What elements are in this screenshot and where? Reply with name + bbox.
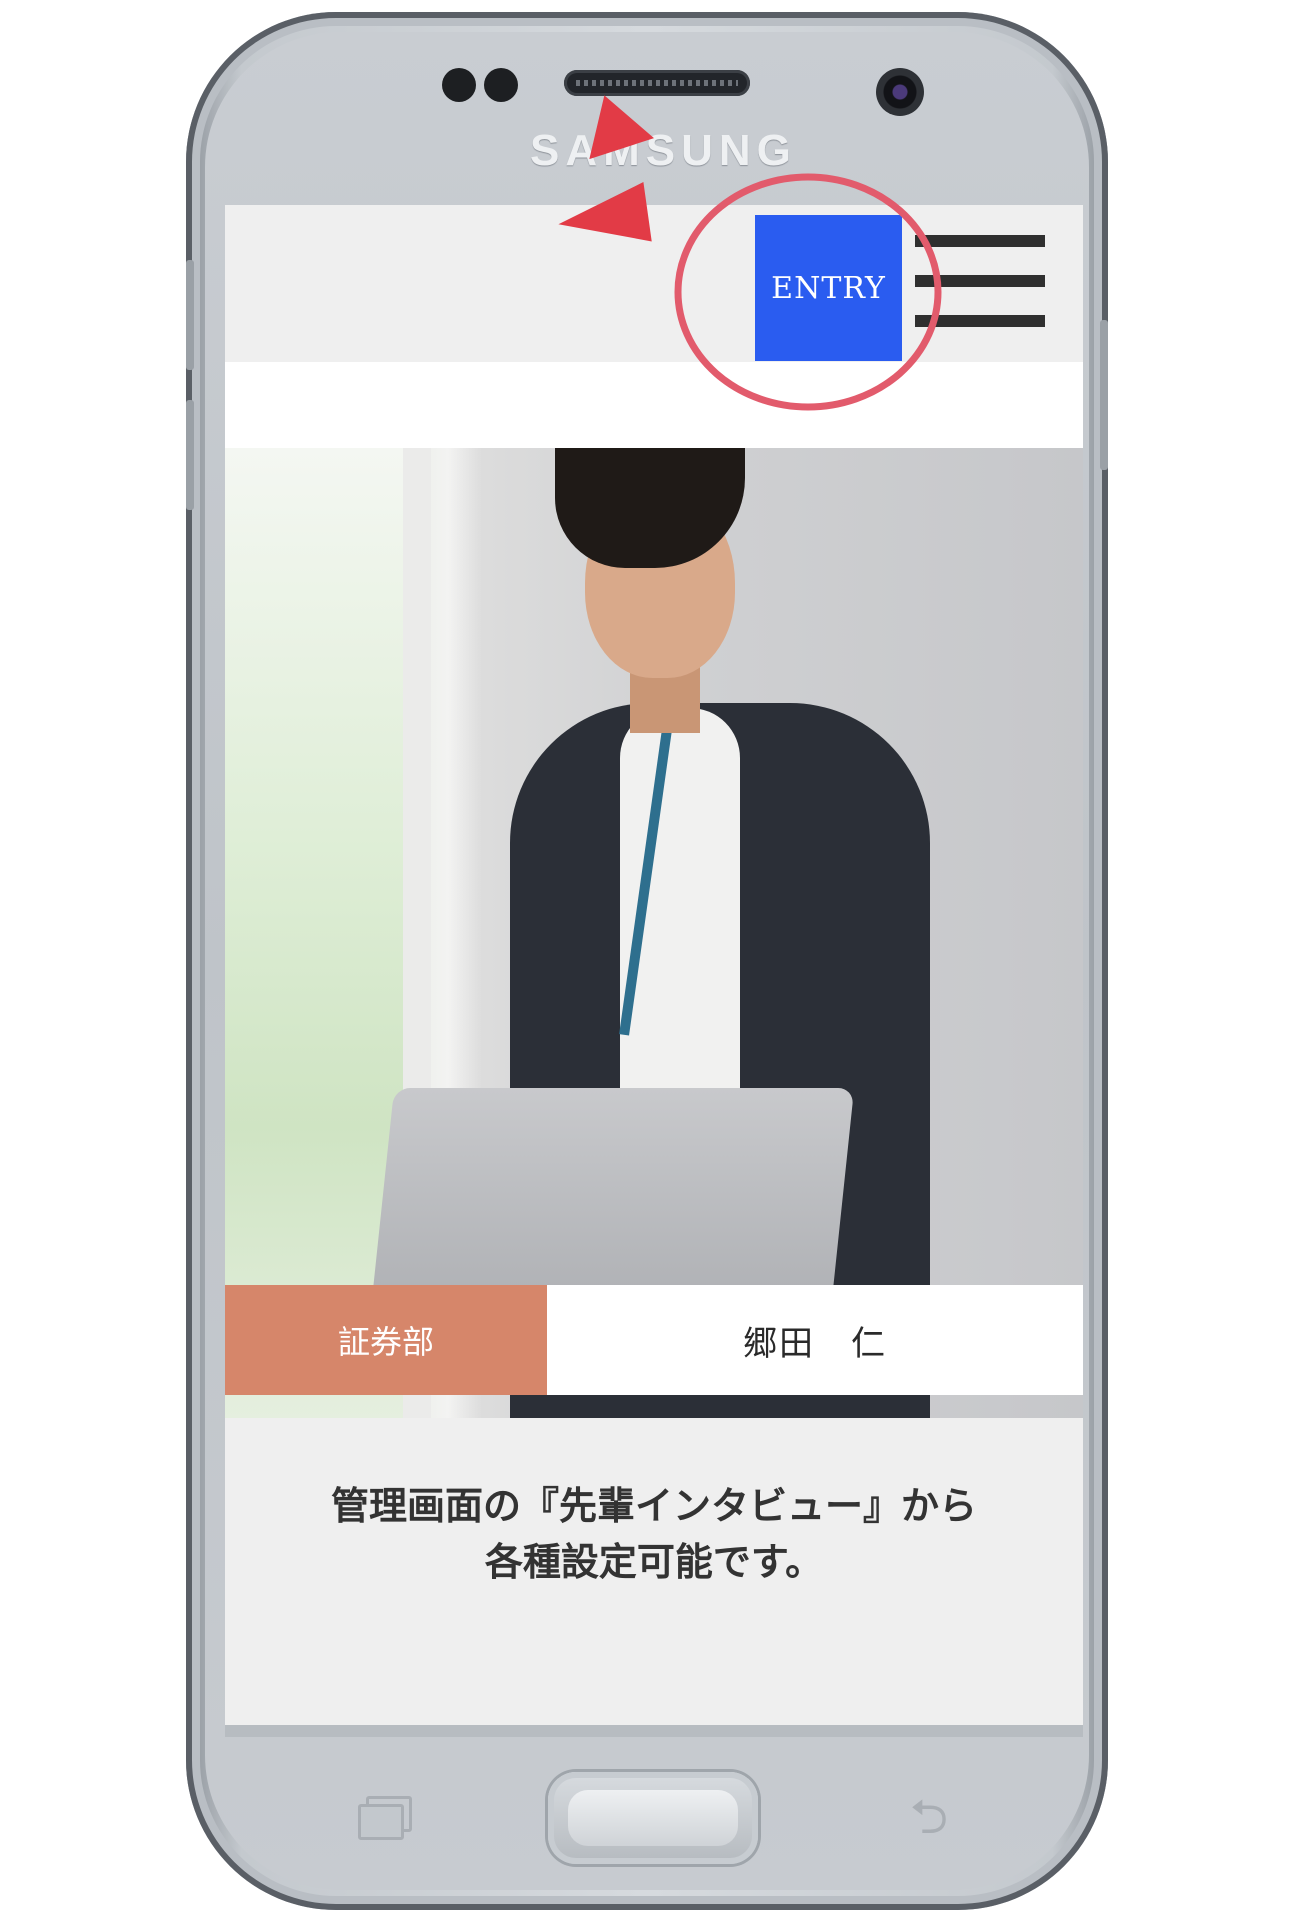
- highlight-circle: [674, 173, 942, 411]
- home-button[interactable]: [548, 1772, 758, 1864]
- pointer-arrow-icon: [554, 182, 652, 254]
- back-icon[interactable]: ⮌: [900, 1792, 958, 1842]
- screen-bottom-edge: [225, 1725, 1083, 1737]
- recent-apps-icon[interactable]: [358, 1796, 412, 1840]
- annotation-overlay: [674, 173, 942, 411]
